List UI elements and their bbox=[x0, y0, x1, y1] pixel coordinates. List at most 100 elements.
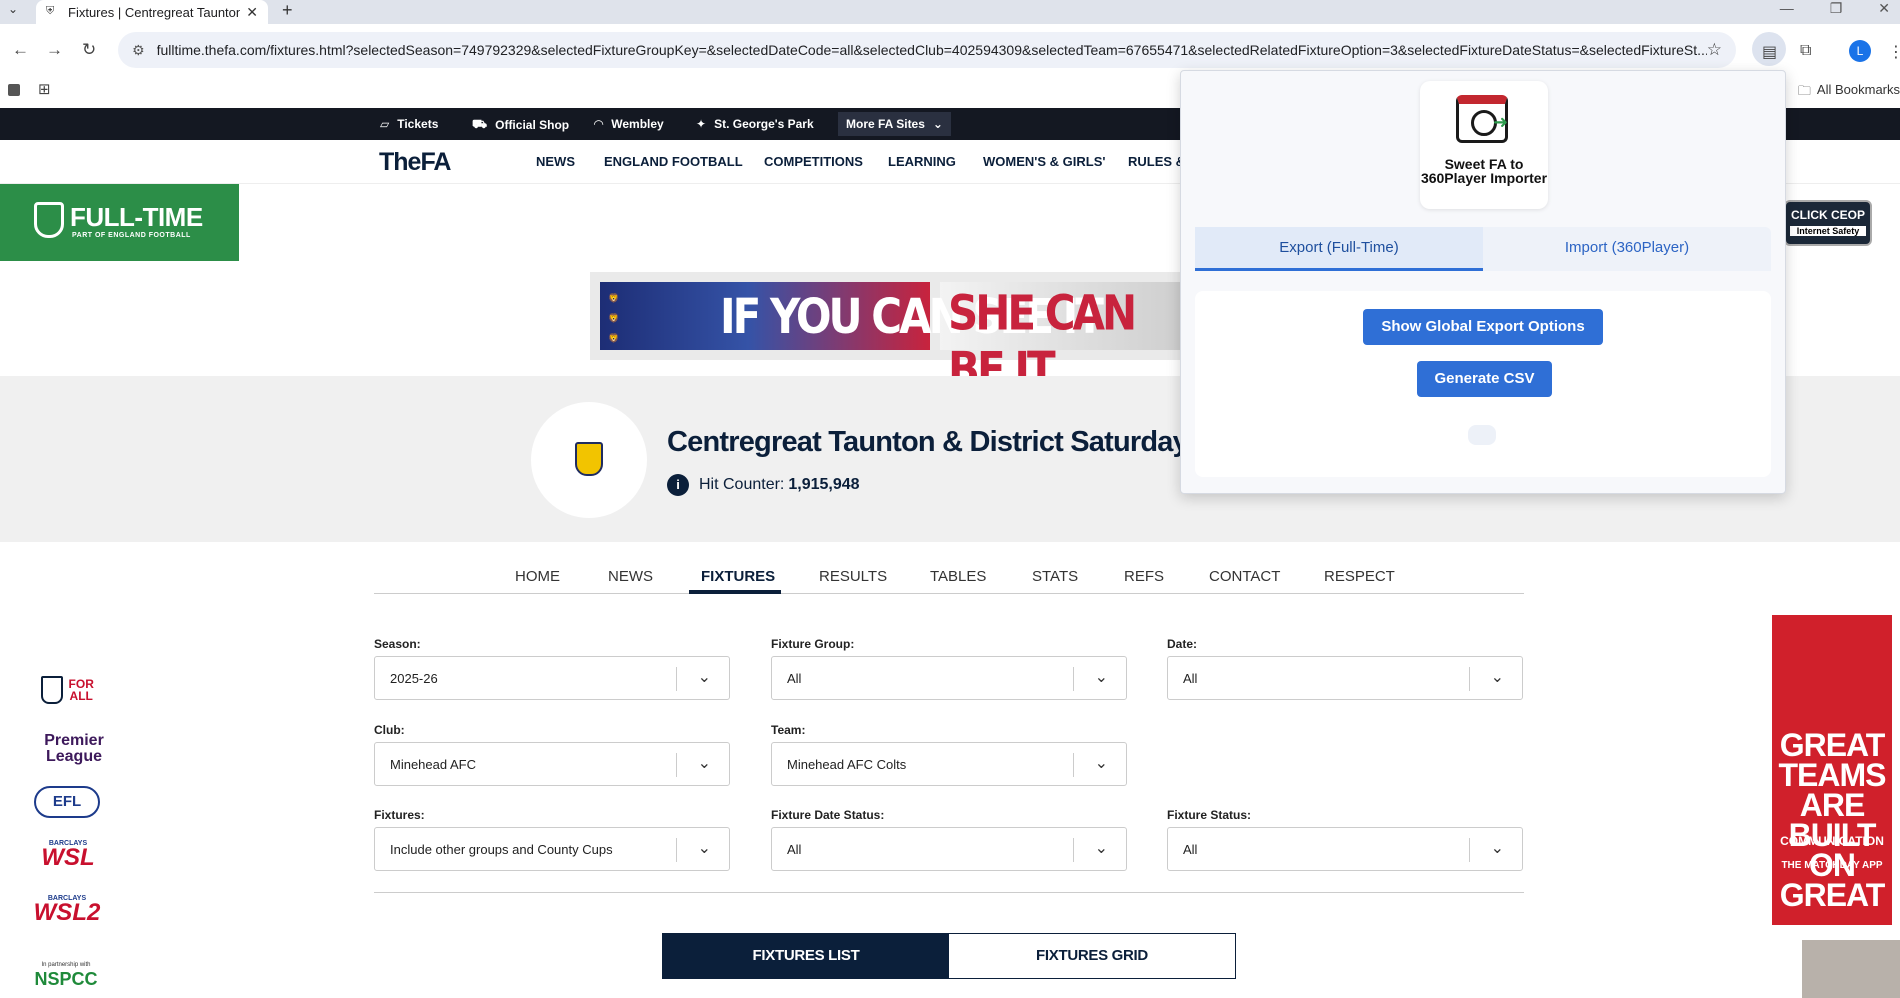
chevron-down-icon: ⌄ bbox=[1094, 755, 1108, 772]
all-bookmarks[interactable]: 🗀 All Bookmarks bbox=[1798, 82, 1900, 104]
ceop-button[interactable]: CLICK CEOP Internet Safety bbox=[1784, 200, 1872, 246]
season-label: Season: bbox=[374, 637, 421, 651]
tab-contact[interactable]: CONTACT bbox=[1209, 568, 1280, 585]
forward-icon[interactable]: → bbox=[46, 40, 63, 60]
topbar-st-georges[interactable]: ✦ St. George's Park bbox=[696, 117, 814, 131]
tab-import-360player[interactable]: Import (360Player) bbox=[1483, 227, 1771, 271]
team-select[interactable]: Minehead AFC Colts ⌄ bbox=[771, 742, 1127, 786]
matchday-app-ad[interactable]: GREAT TEAMS ARE BUILT ON GREAT COMMUNICA… bbox=[1772, 615, 1892, 925]
fixtures-grid-button[interactable]: FIXTURES GRID bbox=[949, 934, 1235, 978]
minimize-icon[interactable]: — bbox=[1780, 0, 1794, 17]
campaign-banner[interactable]: 🦁 🦁 🦁 IF YOU CAN SEE IT SHE CAN BE IT. bbox=[590, 272, 1180, 397]
date-select[interactable]: All ⌄ bbox=[1167, 656, 1523, 700]
bookmark-app-icon[interactable] bbox=[8, 84, 20, 96]
profile-avatar[interactable]: L bbox=[1849, 40, 1871, 62]
fixture-status-select[interactable]: All ⌄ bbox=[1167, 827, 1523, 871]
three-lions-icon: 🦁 🦁 🦁 bbox=[608, 293, 620, 343]
calendar-icon: ➜ bbox=[1456, 95, 1508, 143]
divider bbox=[374, 892, 1524, 893]
ad-sub: COMMUNICATION bbox=[1780, 834, 1884, 848]
nspcc-logo[interactable]: In partnership with NSPCC bbox=[26, 962, 106, 990]
info-icon: i bbox=[667, 474, 689, 496]
close-window-icon[interactable]: ✕ bbox=[1878, 0, 1890, 17]
back-icon[interactable]: ← bbox=[12, 40, 29, 60]
fixtures-value: Include other groups and County Cups bbox=[390, 842, 613, 857]
apps-grid-icon[interactable]: ⊞ bbox=[38, 80, 51, 98]
tab-export-fulltime[interactable]: Export (Full-Time) bbox=[1195, 227, 1483, 271]
ceop-label: CLICK CEOP bbox=[1790, 208, 1865, 222]
site-info-icon[interactable]: ⚙ bbox=[132, 42, 145, 59]
topbar-wembley[interactable]: ◠ Wembley bbox=[594, 117, 664, 131]
folder-icon: 🗀 bbox=[1797, 83, 1811, 98]
tab-fixtures[interactable]: FIXTURES bbox=[701, 568, 775, 585]
url-text[interactable]: fulltime.thefa.com/fixtures.html?selecte… bbox=[157, 42, 1707, 58]
tab-stats[interactable]: STATS bbox=[1032, 568, 1078, 585]
thefa-logo[interactable]: TheFA bbox=[379, 148, 451, 177]
fixture-status-label: Fixture Status: bbox=[1167, 808, 1252, 822]
more-fa-sites[interactable]: More FA Sites ⌄ bbox=[838, 112, 951, 136]
wsl2-logo[interactable]: BARCLAYS WSL2 bbox=[14, 895, 120, 925]
star-cross-icon: ✦ bbox=[696, 117, 707, 131]
season-select[interactable]: 2025-26 ⌄ bbox=[374, 656, 730, 700]
chevron-down-icon: ⌄ bbox=[697, 755, 711, 772]
nav-england-football[interactable]: ENGLAND FOOTBALL bbox=[604, 154, 743, 169]
nav-competitions[interactable]: COMPETITIONS bbox=[764, 154, 863, 169]
for-all-logo[interactable]: FOR ALL bbox=[38, 676, 98, 704]
tab-news[interactable]: NEWS bbox=[608, 568, 653, 585]
for-all-text: FOR ALL bbox=[67, 677, 96, 703]
nav-news[interactable]: NEWS bbox=[536, 154, 575, 169]
bookmark-star-icon[interactable]: ☆ bbox=[1707, 40, 1722, 60]
active-tab-underline bbox=[689, 590, 781, 594]
address-bar[interactable]: ⚙ fulltime.thefa.com/fixtures.html?selec… bbox=[118, 32, 1736, 68]
topbar-shop[interactable]: ⛟ Official Shop bbox=[472, 117, 569, 133]
tab-tables[interactable]: TABLES bbox=[930, 568, 986, 585]
ticket-icon: ▱ bbox=[380, 117, 390, 131]
nav-rules[interactable]: RULES & bbox=[1128, 154, 1185, 169]
fixtures-select[interactable]: Include other groups and County Cups ⌄ bbox=[374, 827, 730, 871]
club-select[interactable]: Minehead AFC ⌄ bbox=[374, 742, 730, 786]
topbar-tickets[interactable]: ▱ Tickets bbox=[380, 117, 438, 131]
league-subnav: HOME NEWS FIXTURES RESULTS TABLES STATS … bbox=[374, 560, 1524, 594]
nspcc-text: NSPCC bbox=[34, 969, 98, 989]
arrow-right-icon: ➜ bbox=[1493, 112, 1509, 132]
tab-home[interactable]: HOME bbox=[515, 568, 560, 585]
close-tab-icon[interactable]: ✕ bbox=[246, 4, 258, 21]
tab-search-chevron-icon[interactable]: ⌄ bbox=[8, 2, 18, 16]
efl-logo[interactable]: EFL bbox=[34, 786, 100, 818]
fixture-date-status-label: Fixture Date Status: bbox=[771, 808, 885, 822]
fixtures-list-button[interactable]: FIXTURES LIST bbox=[663, 934, 949, 978]
extensions-puzzle-icon[interactable]: ⧉ bbox=[1800, 42, 1811, 60]
topbar-label: Wembley bbox=[611, 117, 664, 131]
fa-crest-icon bbox=[40, 676, 63, 704]
fixture-date-status-value: All bbox=[787, 842, 802, 857]
show-global-export-options-button[interactable]: Show Global Export Options bbox=[1363, 309, 1603, 345]
league-crest bbox=[531, 402, 647, 518]
chrome-menu-icon[interactable]: ⋮ bbox=[1888, 42, 1900, 62]
ad-headline: GREAT TEAMS ARE BUILT ON GREAT bbox=[1778, 727, 1887, 913]
tab-results[interactable]: RESULTS bbox=[819, 568, 887, 585]
fixtures-view-toggle: FIXTURES LIST FIXTURES GRID bbox=[662, 933, 1236, 979]
extension-icon[interactable]: ▤ bbox=[1762, 42, 1777, 62]
fixture-group-select[interactable]: All ⌄ bbox=[771, 656, 1127, 700]
generate-csv-button[interactable]: Generate CSV bbox=[1417, 361, 1552, 397]
fulltime-logo[interactable]: FULL-TIME PART OF ENGLAND FOOTBALL bbox=[0, 184, 239, 261]
extension-logo: ➜ Sweet FA to 360Player Importer bbox=[1420, 81, 1548, 209]
tab-respect[interactable]: RESPECT bbox=[1324, 568, 1395, 585]
new-tab-icon[interactable]: + bbox=[282, 0, 293, 21]
season-value: 2025-26 bbox=[390, 671, 438, 686]
restore-icon[interactable]: ❐ bbox=[1830, 0, 1843, 17]
ad-photo bbox=[1802, 940, 1900, 998]
extension-popup: ➜ Sweet FA to 360Player Importer Export … bbox=[1180, 70, 1786, 494]
fixture-group-label: Fixture Group: bbox=[771, 637, 855, 651]
wsl-logo[interactable]: BARCLAYS WSL bbox=[28, 840, 108, 870]
browser-tab-fixtures[interactable]: ⛨ Fixtures | Centregreat Taunton & ✕ bbox=[36, 0, 268, 24]
chevron-down-icon: ⌄ bbox=[697, 840, 711, 857]
chevron-down-icon: ⌄ bbox=[1094, 669, 1108, 686]
reload-icon[interactable]: ↻ bbox=[82, 40, 96, 60]
nav-learning[interactable]: LEARNING bbox=[888, 154, 956, 169]
premier-league-logo[interactable]: Premier League bbox=[24, 733, 124, 765]
tab-refs[interactable]: REFS bbox=[1124, 568, 1164, 585]
chevron-down-icon: ⌄ bbox=[697, 669, 711, 686]
fixture-date-status-select[interactable]: All ⌄ bbox=[771, 827, 1127, 871]
nav-womens-girls[interactable]: WOMEN'S & GIRLS' bbox=[983, 154, 1105, 169]
